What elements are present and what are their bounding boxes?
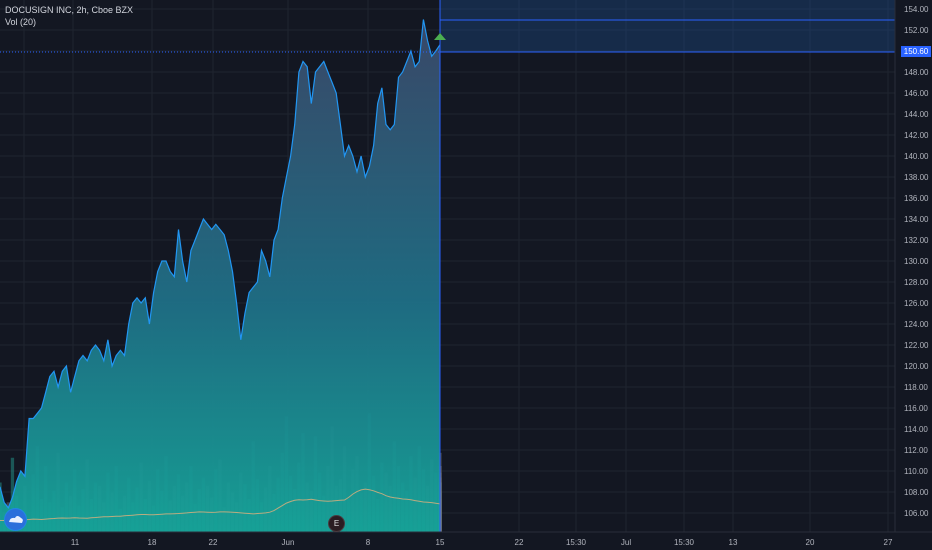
price-tick-label: 152.00 [904,26,929,35]
time-axis[interactable] [0,532,932,550]
tradingview-logo-icon[interactable] [4,508,27,531]
price-tick-label: 146.00 [904,89,929,98]
time-tick-label: 15 [436,538,445,547]
price-tick-label: 136.00 [904,194,929,203]
price-tick-label: 118.00 [904,383,928,392]
price-tick-label: 122.00 [904,341,929,350]
time-tick-label: 8 [366,538,371,547]
price-chart[interactable]: 154.00152.00150.00148.00146.00144.00142.… [0,0,932,550]
price-tick-label: 134.00 [904,215,929,224]
price-tick-label: 110.00 [904,467,928,476]
price-tick-label: 114.00 [904,425,928,434]
price-tick-label: 128.00 [904,278,929,287]
time-tick-label: 15:30 [674,538,695,547]
price-tick-label: 138.00 [904,173,929,182]
selection-range[interactable] [440,0,895,52]
price-tick-label: 120.00 [904,362,929,371]
time-tick-label: 22 [515,538,524,547]
price-tick-label: 142.00 [904,131,929,140]
symbol-title[interactable]: DOCUSIGN INC, 2h, Cboe BZX [5,5,133,15]
time-tick-label: 18 [148,538,157,547]
time-tick-label: 20 [806,538,815,547]
price-tick-label: 112.00 [904,446,928,455]
price-tick-label: 144.00 [904,110,929,119]
price-area [0,19,440,532]
time-tick-label: 13 [729,538,738,547]
price-tick-label: 148.00 [904,68,929,77]
price-tick-label: 126.00 [904,299,929,308]
time-tick-label: 22 [209,538,218,547]
price-tick-label: 140.00 [904,152,929,161]
price-tick-label: 154.00 [904,5,929,14]
time-tick-label: Jul [621,538,631,547]
price-tick-label: 116.00 [904,404,928,413]
price-tick-label: 130.00 [904,257,929,266]
time-tick-label: Jun [282,538,295,547]
time-tick-label: 15:30 [566,538,587,547]
time-tick-label: 11 [71,538,80,547]
last-price-badge: 150.60 [901,46,931,57]
price-tick-label: 132.00 [904,236,929,245]
price-tick-label: 106.00 [904,509,929,518]
volume-legend[interactable]: Vol (20) [5,17,36,27]
price-tick-label: 108.00 [904,488,929,497]
time-tick-label: 27 [884,538,893,547]
chart-window[interactable]: 154.00152.00150.00148.00146.00144.00142.… [0,0,932,550]
earnings-marker[interactable]: E [328,515,345,532]
price-tick-label: 124.00 [904,320,929,329]
